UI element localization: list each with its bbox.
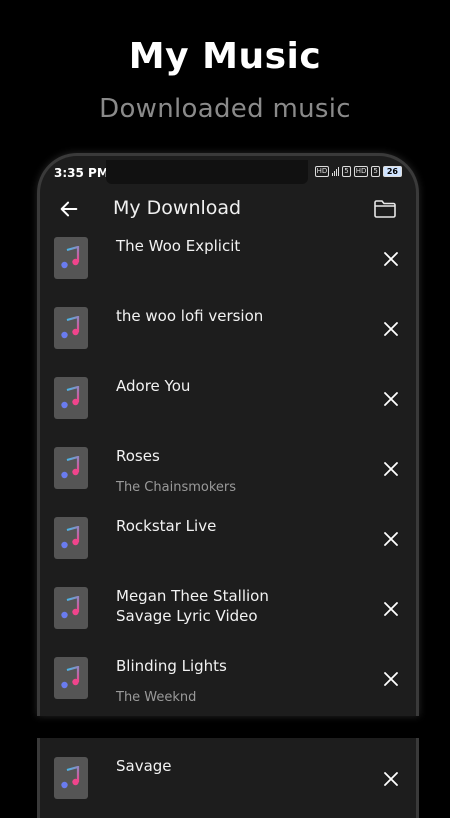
music-note-icon <box>61 666 80 689</box>
remove-button[interactable] <box>378 456 404 482</box>
list-item[interactable]: Savage <box>40 750 416 818</box>
song-title: Savage <box>116 757 172 775</box>
status-bar: 3:35 PM HD 5 HD 5 26 <box>40 156 416 190</box>
hero-subtitle: Downloaded music <box>99 94 351 124</box>
music-note-icon <box>61 456 80 479</box>
close-icon <box>384 772 398 786</box>
close-icon <box>384 672 398 686</box>
music-note-icon <box>61 526 80 549</box>
song-title: Adore You <box>116 377 191 395</box>
close-icon <box>384 252 398 266</box>
music-note-icon <box>61 766 80 789</box>
close-icon <box>384 392 398 406</box>
music-note-icon <box>61 386 80 409</box>
list-item[interactable]: Blinding Lights The Weeknd <box>40 650 416 716</box>
music-thumbnail <box>54 377 88 419</box>
folder-icon <box>374 200 396 218</box>
song-title: The Woo Explicit <box>116 237 241 255</box>
list-item[interactable]: The Woo Explicit <box>40 230 416 300</box>
song-title: Roses <box>116 447 160 465</box>
list-item[interactable]: Adore You <box>40 370 416 440</box>
music-thumbnail <box>54 517 88 559</box>
music-thumbnail <box>54 447 88 489</box>
remove-button[interactable] <box>378 666 404 692</box>
close-icon <box>384 532 398 546</box>
remove-button[interactable] <box>378 386 404 412</box>
song-artist: The Weeknd <box>116 690 197 705</box>
song-title: Rockstar Live <box>116 517 217 535</box>
remove-button[interactable] <box>378 316 404 342</box>
page-title: My Download <box>113 197 242 219</box>
music-thumbnail <box>54 657 88 699</box>
battery-icon: 26 <box>382 166 402 177</box>
hd-icon: HD <box>314 166 330 177</box>
music-thumbnail <box>54 307 88 349</box>
music-thumbnail <box>54 237 88 279</box>
phone-frame: 3:35 PM HD 5 HD 5 26 My Download The Woo… <box>37 153 419 716</box>
signal-icon <box>332 167 340 176</box>
song-title: Blinding Lights <box>116 657 227 675</box>
music-note-icon <box>61 246 80 269</box>
camera-notch <box>106 160 308 184</box>
close-icon <box>384 462 398 476</box>
list-item[interactable]: Megan Thee Stallion Savage Lyric Video <box>40 580 416 650</box>
list-item[interactable]: Rockstar Live <box>40 510 416 580</box>
status-time: 3:35 PM <box>54 166 109 180</box>
list-item[interactable]: the woo lofi version <box>40 300 416 370</box>
signal-5g-icon: 5 <box>342 166 351 177</box>
arrow-left-icon <box>60 201 78 217</box>
hero-title: My Music <box>128 36 322 77</box>
music-thumbnail <box>54 757 88 799</box>
folder-button[interactable] <box>370 194 400 224</box>
remove-button[interactable] <box>378 526 404 552</box>
song-artist: The Chainsmokers <box>116 480 237 495</box>
remove-button[interactable] <box>378 766 404 792</box>
close-icon <box>384 322 398 336</box>
close-icon <box>384 602 398 616</box>
signal-5g-icon-2: 5 <box>371 166 380 177</box>
song-title: the woo lofi version <box>116 307 264 325</box>
remove-button[interactable] <box>378 596 404 622</box>
hd-icon-2: HD <box>353 166 369 177</box>
music-note-icon <box>61 316 80 339</box>
back-button[interactable] <box>54 194 84 224</box>
list-item[interactable]: Roses The Chainsmokers <box>40 440 416 510</box>
remove-button[interactable] <box>378 246 404 272</box>
music-thumbnail <box>54 587 88 629</box>
app-bar: My Download <box>40 190 416 226</box>
music-note-icon <box>61 596 80 619</box>
song-title: Megan Thee Stallion Savage Lyric Video <box>116 587 269 625</box>
phone-frame-continued: Savage <box>37 738 419 818</box>
status-icons: HD 5 HD 5 26 <box>314 166 402 177</box>
